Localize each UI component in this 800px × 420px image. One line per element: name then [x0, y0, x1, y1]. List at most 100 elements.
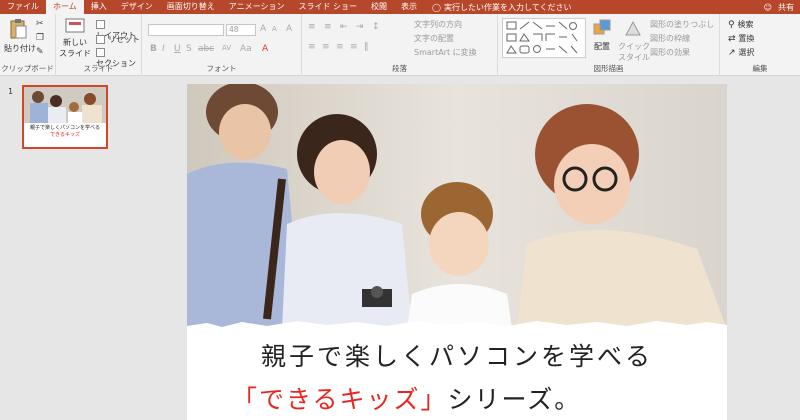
font-color-icon[interactable]: A: [262, 44, 268, 54]
slide-thumbnail[interactable]: 親子で楽しくパソコンを学べる できるキッズ: [22, 85, 108, 149]
columns-icon[interactable]: ‖: [364, 42, 369, 52]
bold-icon[interactable]: B: [150, 44, 157, 54]
font-size-box[interactable]: 48: [226, 24, 256, 36]
align-text-button[interactable]: 文字の配置: [414, 33, 454, 44]
quick-styles-button[interactable]: クイック スタイル: [618, 18, 650, 63]
shapes-gallery[interactable]: [502, 18, 586, 58]
underline-icon[interactable]: U: [174, 44, 181, 54]
new-slide-button[interactable]: 新しい スライド: [59, 18, 91, 59]
align-left-icon[interactable]: ≡: [308, 42, 316, 52]
shrink-font-icon[interactable]: A: [272, 25, 277, 33]
caption-suffix: シリーズ。: [447, 385, 582, 414]
reset-label: リセット: [107, 35, 140, 44]
group-label-drawing: 図形描画: [593, 64, 624, 73]
shape-effects-label: 図形の効果: [650, 48, 690, 57]
group-slides: 新しい スライド レイアウト リセット セクション スライド: [56, 14, 142, 76]
select-button[interactable]: ↗ 選択: [728, 47, 754, 58]
tab-file[interactable]: ファイル: [0, 0, 46, 14]
replace-button[interactable]: ⇄ 置換: [728, 33, 754, 44]
arrange-label: 配置: [594, 42, 610, 51]
quick-styles-icon: [625, 20, 641, 36]
caption-title: できるキッズ: [259, 385, 421, 414]
italic-icon[interactable]: I: [162, 44, 165, 54]
shape-fill-label: 図形の塗りつぶし: [650, 20, 715, 29]
slide-caption-line1[interactable]: 親子で楽しくパソコンを学べる: [187, 337, 727, 373]
arrange-icon: [593, 19, 611, 35]
share-label: 共有: [778, 2, 794, 12]
new-slide-label-2: スライド: [59, 49, 91, 58]
line-spacing-icon[interactable]: ↕: [372, 22, 380, 32]
text-direction-button[interactable]: 文字列の方向: [414, 19, 462, 30]
group-editing: ⚲ 検索 ⇄ 置換 ↗ 選択 編集: [720, 14, 800, 76]
char-spacing-icon[interactable]: AV: [222, 44, 231, 52]
decrease-indent-icon[interactable]: ⇤: [340, 22, 348, 32]
shapes-gallery-icon: [506, 21, 578, 54]
tell-me-text: 実行したい作業を入力してください: [443, 2, 572, 12]
slide-photo-image: [187, 84, 727, 329]
increase-indent-icon[interactable]: ⇥: [356, 22, 364, 32]
share-button[interactable]: 共有: [778, 2, 794, 13]
group-paragraph: ≡ ≡ ⇤ ⇥ ↕ ≡ ≡ ≡ ≡ ‖ 文字列の方向 文字の配置 SmartAr…: [302, 14, 498, 76]
group-label-font: フォント: [206, 64, 237, 73]
shape-outline-label: 図形の枠線: [650, 34, 690, 43]
search-icon: ⚲: [728, 20, 735, 30]
replace-icon: ⇄: [728, 34, 736, 44]
paste-button[interactable]: 貼り付け: [4, 18, 36, 54]
shape-outline-button[interactable]: 図形の枠線: [650, 33, 690, 44]
section-icon: [96, 48, 105, 57]
reset-button[interactable]: リセット: [96, 34, 140, 45]
shape-fill-button[interactable]: 図形の塗りつぶし: [650, 19, 714, 30]
group-clipboard: 貼り付け ✂ ❐ ✎ クリップボード: [0, 14, 56, 76]
numbering-icon[interactable]: ≡: [324, 22, 332, 32]
lightbulb-icon: ◯: [432, 2, 441, 12]
tab-insert[interactable]: 挿入: [84, 0, 114, 14]
thumbnail-caption-title: できるキッズ: [50, 132, 80, 138]
group-label-paragraph: 段落: [392, 64, 407, 73]
ribbon-tab-bar: ファイル ホーム 挿入 デザイン 画面切り替え アニメーション スライド ショー…: [0, 0, 800, 14]
torn-paper-edge: [187, 321, 727, 334]
paste-label: 貼り付け: [4, 44, 36, 53]
grow-font-icon[interactable]: A: [260, 24, 266, 34]
layout-icon: [96, 20, 105, 29]
quick-styles-label-2: スタイル: [618, 53, 650, 62]
align-right-icon[interactable]: ≡: [336, 42, 344, 52]
slide-caption-line2[interactable]: 「できるキッズ」シリーズ。: [232, 380, 581, 416]
shape-effects-button[interactable]: 図形の効果: [650, 47, 690, 58]
change-case-icon[interactable]: Aa: [240, 44, 252, 54]
smartart-button[interactable]: SmartArt に変換: [414, 47, 477, 58]
align-center-icon[interactable]: ≡: [322, 42, 330, 52]
bullets-icon[interactable]: ≡: [308, 22, 316, 32]
group-label-clipboard: クリップボード: [1, 64, 54, 73]
account-icon[interactable]: ☺: [764, 3, 772, 12]
tab-animations[interactable]: アニメーション: [222, 0, 292, 14]
copy-icon[interactable]: ❐: [36, 33, 44, 43]
new-slide-icon: [65, 18, 85, 33]
slide-canvas[interactable]: 親子で楽しくパソコンを学べる 「できるキッズ」シリーズ。: [187, 84, 727, 420]
tab-transitions[interactable]: 画面切り替え: [160, 0, 222, 14]
thumbnail-caption-line1: 親子で楽しくパソコンを学べる: [29, 125, 100, 131]
tab-home[interactable]: ホーム: [46, 0, 84, 14]
cut-icon[interactable]: ✂: [36, 19, 44, 29]
shadow-icon[interactable]: S: [186, 44, 192, 54]
thumbnail-caption: 親子で楽しくパソコンを学べる できるキッズ: [24, 123, 106, 139]
tab-slideshow[interactable]: スライド ショー: [291, 0, 364, 14]
smartart-label: SmartArt に変換: [414, 48, 477, 57]
font-name-box[interactable]: [148, 24, 224, 36]
find-button[interactable]: ⚲ 検索: [728, 19, 753, 30]
paste-icon: [10, 19, 27, 39]
tab-bar-right: ☺ 共有: [764, 0, 800, 14]
replace-label: 置換: [738, 34, 755, 43]
tell-me-box[interactable]: ◯ 実行したい作業を入力してください: [432, 2, 571, 13]
slide-number: 1: [8, 87, 14, 96]
strikethrough-icon[interactable]: abc: [198, 44, 214, 54]
clear-format-icon[interactable]: A: [286, 24, 292, 34]
arrange-button[interactable]: 配置: [590, 18, 614, 52]
tab-view[interactable]: 表示: [394, 0, 424, 14]
format-painter-icon[interactable]: ✎: [36, 47, 44, 57]
group-label-editing: 編集: [752, 64, 768, 73]
tab-review[interactable]: 校閲: [364, 0, 394, 14]
select-label: 選択: [738, 48, 755, 57]
justify-icon[interactable]: ≡: [350, 42, 358, 52]
tab-design[interactable]: デザイン: [114, 0, 160, 14]
quick-styles-label-1: クイック: [618, 42, 650, 51]
